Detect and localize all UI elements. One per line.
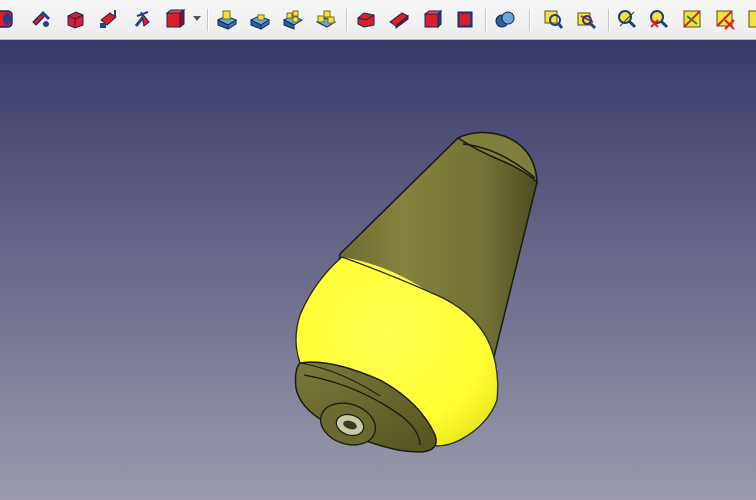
- 3d-viewport[interactable]: [0, 40, 756, 500]
- offset-icon[interactable]: [454, 8, 476, 30]
- measure-linear-icon[interactable]: [616, 8, 638, 30]
- box-dropdown-arrow[interactable]: [193, 16, 201, 21]
- thickness-icon[interactable]: [421, 8, 443, 30]
- toolbar-separator: [207, 9, 209, 31]
- box-tool-icon[interactable]: [164, 8, 186, 30]
- part-toolbar: [0, 0, 756, 40]
- measure-refresh-icon[interactable]: [681, 8, 703, 30]
- sphere-icon[interactable]: [494, 8, 516, 30]
- revolve-tool-icon[interactable]: [30, 8, 52, 30]
- cylinder-tool-icon[interactable]: [0, 8, 14, 30]
- measure-clear-icon[interactable]: [714, 8, 736, 30]
- check-geometry-icon[interactable]: [542, 8, 564, 30]
- 3d-scene[interactable]: [0, 40, 756, 500]
- toolbar-separator: [608, 9, 610, 31]
- chamfer-icon[interactable]: [355, 8, 377, 30]
- boolean-fuse-icon[interactable]: [282, 8, 304, 30]
- measure-angular-icon[interactable]: [648, 8, 670, 30]
- toolbar-separator: [346, 9, 348, 31]
- boolean-cut-icon[interactable]: [249, 8, 271, 30]
- toolbar-separator: [529, 9, 531, 31]
- measure-toggle-icon[interactable]: [746, 8, 756, 30]
- fillet-tool-icon[interactable]: [132, 8, 154, 30]
- compound-icon[interactable]: [315, 8, 337, 30]
- make-face-icon[interactable]: [388, 8, 410, 30]
- boolean-common-icon[interactable]: [216, 8, 238, 30]
- mirror-tool-icon[interactable]: [98, 8, 120, 30]
- toolbar-separator: [485, 9, 487, 31]
- extrude-tool-icon[interactable]: [64, 8, 86, 30]
- measure-icon[interactable]: [575, 8, 597, 30]
